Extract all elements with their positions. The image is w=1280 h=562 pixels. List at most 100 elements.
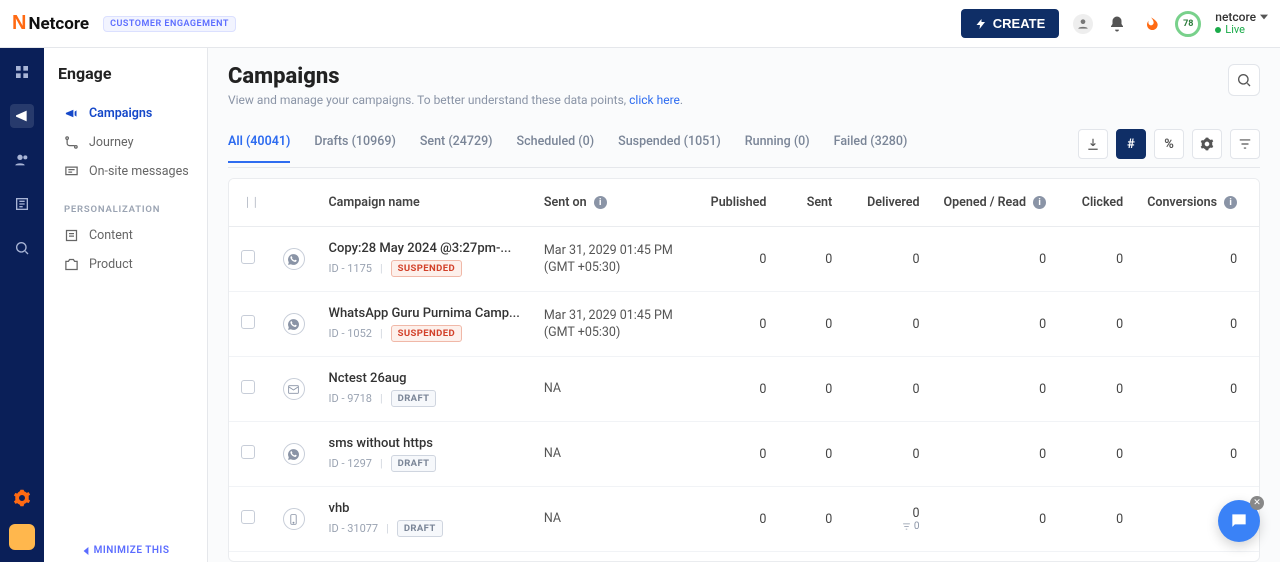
columns-settings-button[interactable] bbox=[1192, 129, 1222, 159]
brand-logo-mark: N bbox=[12, 12, 26, 35]
col-senton[interactable]: Sent on i bbox=[532, 179, 699, 227]
campaign-meta: ID - 31077 | DRAFT bbox=[329, 520, 520, 537]
search-button[interactable] bbox=[1228, 64, 1260, 96]
score-ring-value: 78 bbox=[1183, 19, 1193, 29]
content-icon bbox=[64, 228, 79, 243]
cell-clicked: 0 bbox=[1058, 292, 1135, 357]
col-conversions[interactable]: Conversions i bbox=[1135, 179, 1249, 227]
col-published[interactable]: Published bbox=[698, 179, 778, 227]
page-title: Campaigns bbox=[228, 64, 683, 89]
channel-app-icon bbox=[283, 508, 305, 530]
minimize-sidenav[interactable]: MINIMIZE THIS bbox=[44, 545, 207, 556]
campaign-meta: ID - 1175 | SUSPENDED bbox=[329, 260, 520, 277]
status-tabs: All (40041) Drafts (10969) Sent (24729) … bbox=[228, 134, 907, 163]
chevron-left-icon bbox=[82, 547, 90, 555]
product-icon bbox=[64, 257, 79, 272]
tab-suspended[interactable]: Suspended (1051) bbox=[618, 134, 721, 163]
sidenav-item-label: Campaigns bbox=[89, 106, 152, 121]
table-row[interactable]: WhatsApp Guru Purnima Camp... ID - 1052 … bbox=[229, 292, 1260, 357]
tab-all[interactable]: All (40041) bbox=[228, 134, 290, 163]
col-sent[interactable]: Sent bbox=[778, 179, 844, 227]
campaigns-table: │ │ Campaign name Sent on i Published Se… bbox=[228, 178, 1260, 562]
campaign-name: WhatsApp Guru Purnima Camp... bbox=[329, 306, 520, 321]
info-icon[interactable]: i bbox=[1033, 196, 1046, 209]
cell-unsub bbox=[1249, 292, 1260, 357]
tab-drafts[interactable]: Drafts (10969) bbox=[314, 134, 395, 163]
download-button[interactable] bbox=[1078, 129, 1108, 159]
row-checkbox[interactable] bbox=[241, 315, 255, 329]
table-header-row: │ │ Campaign name Sent on i Published Se… bbox=[229, 179, 1260, 227]
subtitle-link[interactable]: click here bbox=[629, 93, 680, 107]
mode-hash-button[interactable]: # bbox=[1116, 129, 1146, 159]
row-checkbox[interactable] bbox=[241, 380, 255, 394]
score-ring[interactable]: 78 bbox=[1175, 11, 1201, 37]
create-button-label: CREATE bbox=[993, 16, 1045, 31]
sort-indicator[interactable]: │ │ bbox=[245, 197, 259, 208]
table-row[interactable]: sms without https ID - 1297 | DRAFT NA 0… bbox=[229, 422, 1260, 487]
tab-sent[interactable]: Sent (24729) bbox=[420, 134, 493, 163]
delivered-filter[interactable]: 0 bbox=[902, 521, 920, 533]
rail-profile[interactable] bbox=[9, 524, 35, 550]
row-checkbox[interactable] bbox=[241, 510, 255, 524]
cell-conversions: 0 bbox=[1135, 422, 1249, 487]
campaign-meta: ID - 1297 | DRAFT bbox=[329, 455, 520, 472]
topbar-left: N Netcore CUSTOMER ENGAGEMENT bbox=[12, 12, 236, 35]
filter-button[interactable] bbox=[1230, 129, 1260, 159]
sidenav-item-journey[interactable]: Journey bbox=[58, 128, 197, 157]
tab-running[interactable]: Running (0) bbox=[745, 134, 810, 163]
cell-published: 0 bbox=[698, 487, 778, 552]
col-name[interactable]: Campaign name bbox=[317, 179, 532, 227]
info-icon[interactable]: i bbox=[594, 196, 607, 209]
mode-percent-button[interactable]: % bbox=[1154, 129, 1184, 159]
status-badge: SUSPENDED bbox=[391, 325, 462, 342]
campaign-id: ID - 1175 bbox=[329, 262, 372, 275]
row-checkbox[interactable] bbox=[241, 250, 255, 264]
tab-failed[interactable]: Failed (3280) bbox=[834, 134, 908, 163]
sent-on: NA bbox=[532, 487, 699, 552]
sidenav-item-campaigns[interactable]: Campaigns bbox=[58, 99, 197, 128]
cell-delivered: 0 bbox=[844, 292, 931, 357]
cell-published: 0 bbox=[698, 422, 778, 487]
cell-sent: 0 bbox=[778, 357, 844, 422]
create-button[interactable]: CREATE bbox=[961, 9, 1059, 38]
cell-sent: 0 bbox=[778, 227, 844, 292]
chat-close-icon[interactable]: ✕ bbox=[1250, 496, 1264, 510]
campaign-id: ID - 31077 bbox=[329, 522, 379, 535]
rail-dashboard[interactable] bbox=[10, 60, 34, 84]
sidenav-item-product[interactable]: Product bbox=[58, 250, 197, 279]
campaign-id: ID - 1052 bbox=[329, 327, 372, 340]
sidenav-item-onsite[interactable]: On-site messages bbox=[58, 157, 197, 186]
sidenav-item-content[interactable]: Content bbox=[58, 221, 197, 250]
rail-analytics[interactable] bbox=[10, 236, 34, 260]
table-row[interactable]: vhb ID - 31077 | DRAFT NA 0 0 0 0 0 0 0 bbox=[229, 487, 1260, 552]
rail-content[interactable] bbox=[10, 192, 34, 216]
account-switcher[interactable]: netcore Live bbox=[1215, 11, 1268, 36]
col-opened[interactable]: Opened / Read i bbox=[932, 179, 1059, 227]
table-row[interactable]: Copy:28 May 2024 @3:27pm-... ID - 1175 |… bbox=[229, 227, 1260, 292]
rail-audience[interactable] bbox=[10, 148, 34, 172]
persona-icon[interactable] bbox=[1073, 14, 1093, 34]
chat-fab[interactable]: ✕ bbox=[1218, 500, 1260, 542]
campaign-name: Copy:28 May 2024 @3:27pm-... bbox=[329, 241, 520, 256]
cell-conversions: 0 bbox=[1135, 292, 1249, 357]
col-unsub[interactable]: Un bbox=[1249, 179, 1260, 227]
table-row[interactable]: Nctest 26aug ID - 9718 | DRAFT NA 0 0 0 … bbox=[229, 357, 1260, 422]
bell-icon[interactable] bbox=[1107, 14, 1127, 34]
rail-engage[interactable] bbox=[10, 104, 34, 128]
col-clicked[interactable]: Clicked bbox=[1058, 179, 1135, 227]
cell-published: 0 bbox=[698, 227, 778, 292]
cell-clicked: 0 bbox=[1058, 487, 1135, 552]
fire-icon[interactable] bbox=[1141, 14, 1161, 34]
search-icon bbox=[1236, 72, 1252, 88]
sidenav: Engage Campaigns Journey On-site message… bbox=[44, 48, 208, 562]
tab-scheduled[interactable]: Scheduled (0) bbox=[517, 134, 595, 163]
gear-icon bbox=[1200, 137, 1214, 151]
rail-settings[interactable] bbox=[10, 486, 34, 510]
campaign-name: Nctest 26aug bbox=[329, 371, 520, 386]
sidenav-item-label: Journey bbox=[89, 135, 134, 150]
info-icon[interactable]: i bbox=[1224, 196, 1237, 209]
cell-opened: 0 bbox=[932, 357, 1059, 422]
col-delivered[interactable]: Delivered bbox=[844, 179, 931, 227]
row-checkbox[interactable] bbox=[241, 445, 255, 459]
brand-logo[interactable]: N Netcore bbox=[12, 12, 89, 35]
